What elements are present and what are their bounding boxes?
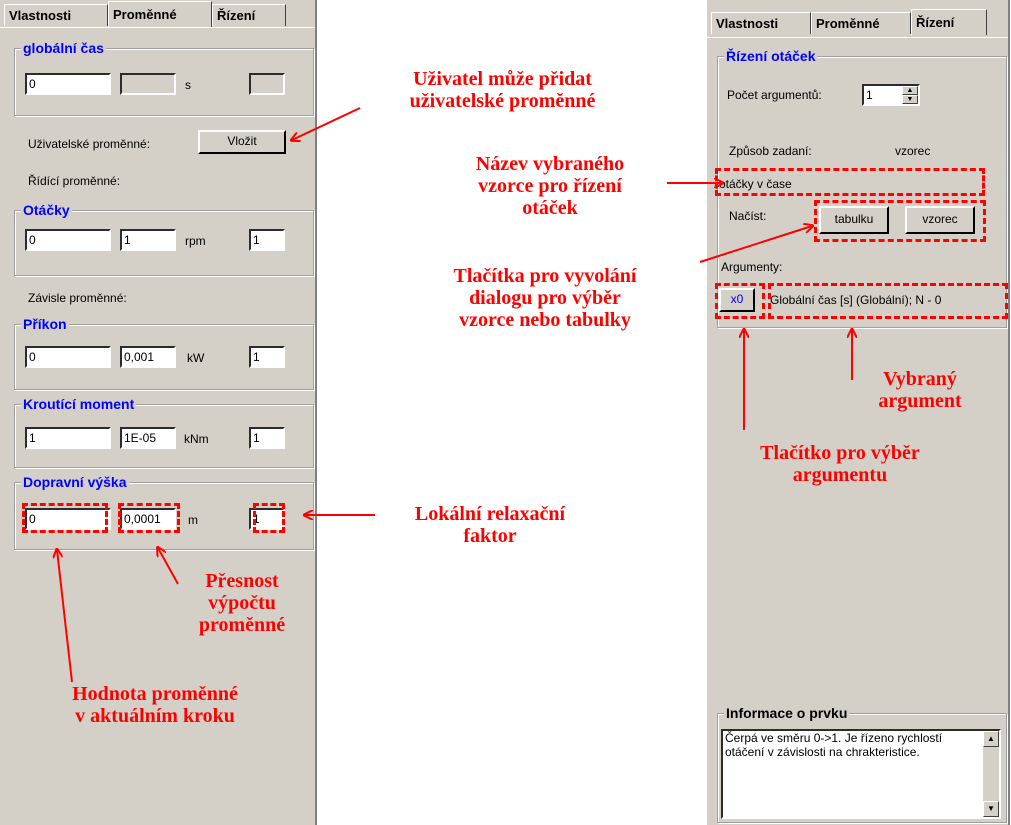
annotation-arrows (0, 107, 1011, 683)
tab-rizeni[interactable]: Řízení (911, 9, 987, 35)
arrow-value-step (57, 550, 73, 683)
tab-promenne[interactable]: Proměnné (108, 1, 212, 27)
arrow-user-vars (292, 107, 361, 140)
arrow-precision (158, 548, 179, 585)
arrow-buttons (699, 226, 812, 263)
